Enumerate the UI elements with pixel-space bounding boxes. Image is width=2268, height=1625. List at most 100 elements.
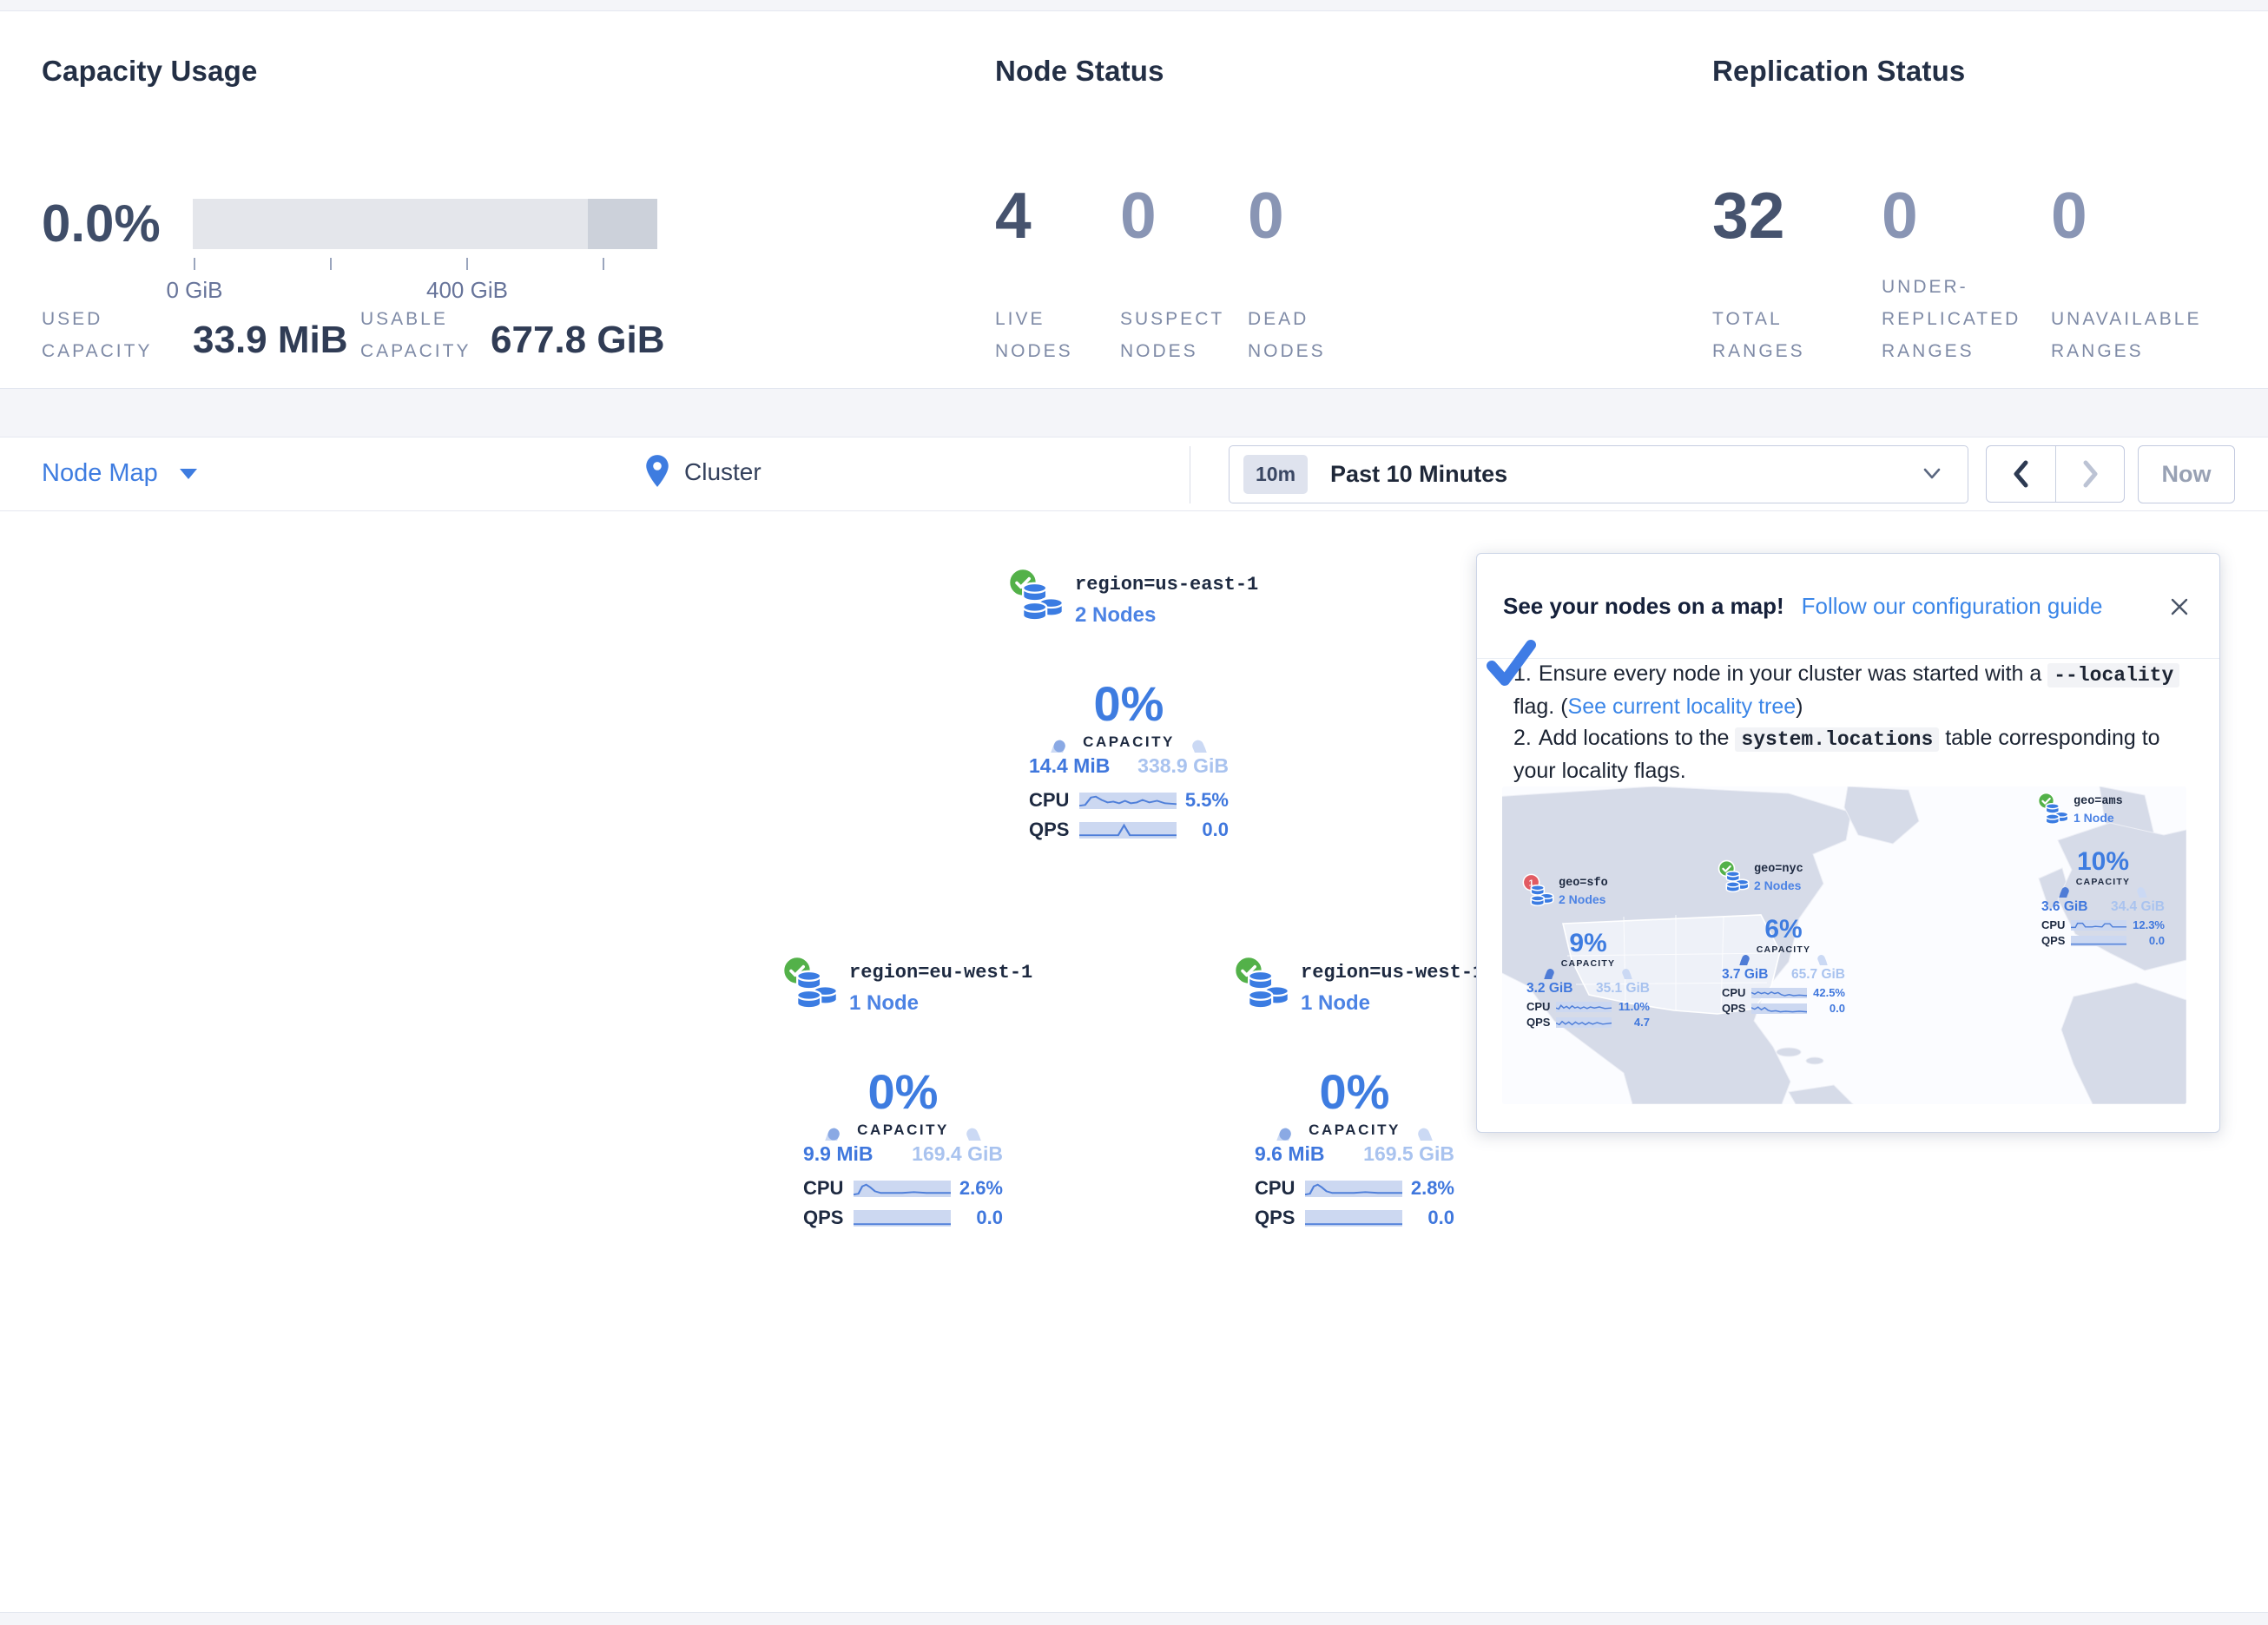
used-capacity: 9.9 MiB xyxy=(803,1142,874,1166)
caret-down-icon xyxy=(179,467,198,480)
used-capacity-value: 33.9 MiB xyxy=(193,319,348,362)
cluster-summary-bar: Capacity Usage 0.0% 0 GiB 400 GiB USED C… xyxy=(0,10,2268,389)
capacity-word: CAPACITY xyxy=(1083,734,1175,750)
cpu-value: 2.8% xyxy=(1402,1177,1454,1200)
qps-row: QPS 0.0 xyxy=(794,1207,1012,1229)
time-range-badge: 10m xyxy=(1243,455,1308,494)
capacity-gauge: 0% CAPACITY xyxy=(1259,1015,1450,1141)
used-capacity: 3.7 GiB xyxy=(1722,967,1768,983)
under-replicated-ranges-value: 0 xyxy=(1882,178,1918,253)
blue-check-icon xyxy=(1484,637,1538,691)
capacity-values: 9.6 MiB 169.5 GiB xyxy=(1246,1142,1463,1166)
suspect-nodes-value: 0 xyxy=(1120,178,1157,253)
code-chip-locality: --locality xyxy=(2047,663,2179,688)
geo-node-count: 1 Node xyxy=(2074,811,2114,825)
locality-tree-link[interactable]: See current locality tree xyxy=(1568,694,1797,719)
region-name: region=us-west-1 xyxy=(1301,962,1484,984)
database-stack-icon xyxy=(1245,969,1292,1014)
breadcrumb: Cluster xyxy=(643,453,761,491)
cpu-sparkline xyxy=(854,1181,951,1197)
popup-step-2: 2.Add locations to the system.locations … xyxy=(1513,722,2182,786)
axis-tick-label: 400 GiB xyxy=(415,277,519,304)
axis-tick xyxy=(330,258,332,270)
qps-value: 0.0 xyxy=(1402,1207,1454,1229)
now-button[interactable]: Now xyxy=(2138,445,2235,503)
capacity-percent: 6% xyxy=(1764,915,1802,944)
live-nodes-value: 4 xyxy=(995,178,1032,253)
total-ranges-label: TOTAL RANGES xyxy=(1712,303,1834,367)
region-node-count[interactable]: 2 Nodes xyxy=(1075,603,1156,628)
cpu-value: 12.3% xyxy=(2126,918,2165,931)
time-range-dropdown[interactable]: 10m Past 10 Minutes xyxy=(1229,445,1968,503)
capacity-values: 3.7 GiB 65.7 GiB xyxy=(1716,967,1851,983)
close-icon[interactable] xyxy=(2167,595,2192,619)
capacity-gauge: 9% CAPACITY xyxy=(1536,910,1640,979)
qps-label: QPS xyxy=(1526,1016,1556,1029)
qps-label: QPS xyxy=(803,1207,854,1229)
qps-label: QPS xyxy=(1722,1002,1751,1015)
cpu-row: CPU 2.6% xyxy=(794,1177,1012,1200)
time-range-value: Past 10 Minutes xyxy=(1330,461,1507,488)
cpu-sparkline xyxy=(1305,1181,1402,1197)
cpu-value: 2.6% xyxy=(951,1177,1003,1200)
code-chip-system-locations: system.locations xyxy=(1735,727,1939,752)
breadcrumb-cluster[interactable]: Cluster xyxy=(684,458,761,486)
region-node-count[interactable]: 1 Node xyxy=(1301,991,1370,1016)
capacity-values: 3.2 GiB 35.1 GiB xyxy=(1520,981,1656,997)
map-pin-icon xyxy=(643,453,672,491)
time-prev-button[interactable] xyxy=(1987,446,2055,502)
qps-sparkline xyxy=(1305,1210,1402,1227)
step-text: Add locations to the xyxy=(1539,726,1736,750)
cpu-label: CPU xyxy=(1722,986,1751,999)
used-capacity: 3.6 GiB xyxy=(2041,899,2087,915)
qps-sparkline xyxy=(854,1210,951,1227)
database-stack-icon xyxy=(794,969,841,1014)
capacity-word: CAPACITY xyxy=(857,1122,949,1138)
capacity-percent: 9% xyxy=(1569,929,1606,957)
node-status-title: Node Status xyxy=(995,55,1164,88)
cpu-value: 42.5% xyxy=(1807,986,1845,999)
region-name: region=eu-west-1 xyxy=(849,962,1032,984)
used-capacity: 3.2 GiB xyxy=(1526,981,1572,997)
region-name: region=us-east-1 xyxy=(1075,574,1258,595)
region-node-count[interactable]: 1 Node xyxy=(849,991,919,1016)
cpu-sparkline xyxy=(1751,988,1807,998)
popup-step-1: 1.Ensure every node in your cluster was … xyxy=(1513,658,2182,722)
geo-name: geo=sfo xyxy=(1559,877,1608,890)
geo-name: geo=ams xyxy=(2074,795,2123,808)
cpu-label: CPU xyxy=(1029,789,1079,812)
view-selector-node-map[interactable]: Node Map xyxy=(42,459,198,488)
capacity-percent: 0% xyxy=(868,1064,939,1119)
used-capacity: 9.6 MiB xyxy=(1255,1142,1325,1166)
geo-node-count: 2 Nodes xyxy=(1559,892,1605,906)
configuration-guide-link[interactable]: Follow our configuration guide xyxy=(1802,593,2103,620)
step-text: ) xyxy=(1796,694,1803,719)
time-next-button[interactable] xyxy=(2055,446,2124,502)
qps-sparkline xyxy=(1556,1017,1612,1028)
capacity-percent: 10% xyxy=(2077,847,2129,876)
database-stack-icon xyxy=(1724,870,1750,895)
qps-value: 0.0 xyxy=(1807,1002,1845,1015)
chevron-left-icon xyxy=(2007,457,2036,490)
cpu-row: CPU 42.5% xyxy=(1716,986,1851,999)
qps-row: QPS 0.0 xyxy=(2035,934,2171,947)
step-number: 2. xyxy=(1513,726,1532,750)
cpu-value: 5.5% xyxy=(1177,789,1229,812)
capacity-gauge: 10% CAPACITY xyxy=(2051,828,2155,898)
usable-capacity-label: USABLE CAPACITY xyxy=(360,303,512,367)
chevron-down-icon xyxy=(1919,465,1945,484)
capacity-usage-bar xyxy=(193,199,657,249)
capacity-word: CAPACITY xyxy=(2076,877,2131,887)
popup-title: See your nodes on a map! xyxy=(1503,593,1784,620)
axis-tick xyxy=(194,258,195,270)
capacity-used-percent: 0.0% xyxy=(42,194,161,253)
live-nodes-label: LIVE NODES xyxy=(995,303,1099,367)
total-capacity: 34.4 GiB xyxy=(2111,899,2165,915)
qps-label: QPS xyxy=(2041,934,2071,947)
total-capacity: 338.9 GiB xyxy=(1137,754,1229,778)
cpu-value: 11.0% xyxy=(1612,1000,1650,1013)
qps-sparkline xyxy=(1751,1003,1807,1014)
capacity-gauge: 0% CAPACITY xyxy=(808,1015,999,1141)
total-capacity: 35.1 GiB xyxy=(1596,981,1650,997)
cpu-row: CPU 11.0% xyxy=(1520,1000,1656,1013)
